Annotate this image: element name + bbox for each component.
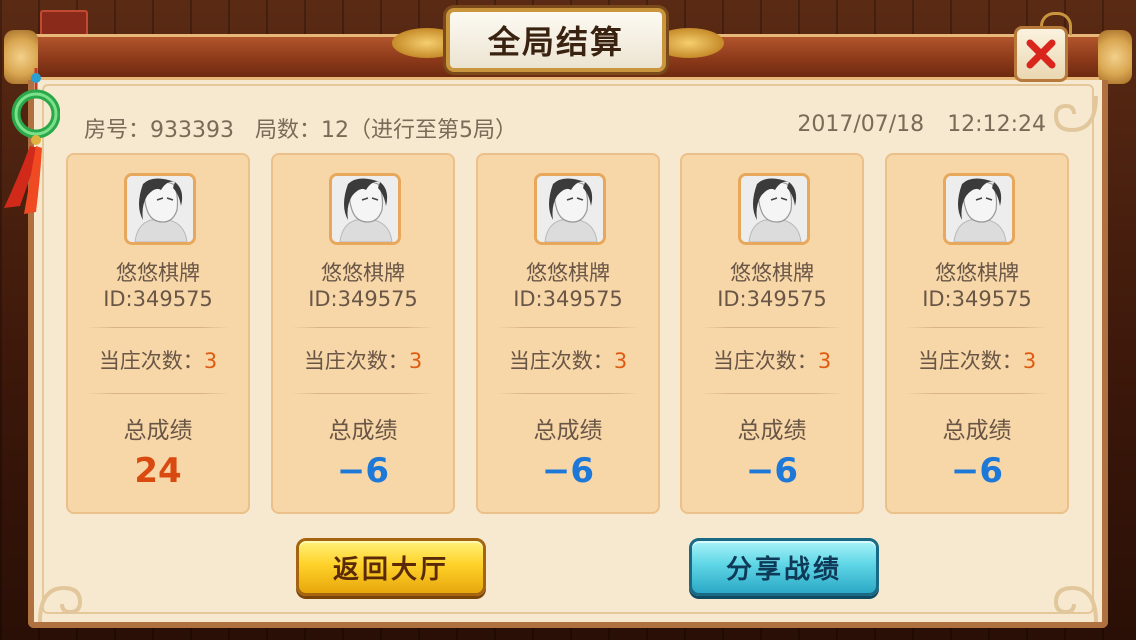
player-name: 悠悠棋牌 bbox=[321, 261, 405, 285]
close-x-icon bbox=[1026, 39, 1056, 69]
player-id: ID:349575 bbox=[103, 287, 213, 311]
title-frame: 全局结算 bbox=[446, 8, 666, 72]
banker-count-row: 当庄次数：3 bbox=[478, 345, 658, 375]
avatar-portrait-icon bbox=[537, 176, 603, 242]
room-number: 房号：933393 bbox=[84, 118, 234, 143]
avatar bbox=[534, 173, 606, 245]
avatar-portrait-icon bbox=[332, 176, 398, 242]
banker-count: 3 bbox=[408, 349, 423, 373]
divider bbox=[700, 393, 844, 394]
avatar-portrait-icon bbox=[127, 176, 193, 242]
banker-count-row: 当庄次数：3 bbox=[273, 345, 453, 375]
player-name: 悠悠棋牌 bbox=[526, 261, 610, 285]
player-name: 悠悠棋牌 bbox=[935, 261, 1019, 285]
corner-swirl-icon bbox=[1053, 95, 1098, 133]
banker-label: 当庄次数： bbox=[712, 349, 818, 373]
divider bbox=[496, 327, 640, 328]
total-score-label: 总成绩 bbox=[123, 418, 193, 444]
total-score: −6 bbox=[336, 451, 390, 491]
player-card: 悠悠棋牌 ID:349575 当庄次数：3 总成绩 −6 bbox=[476, 153, 660, 514]
divider bbox=[291, 393, 435, 394]
banker-count-row: 当庄次数：3 bbox=[68, 345, 248, 375]
player-card: 悠悠棋牌 ID:349575 当庄次数：3 总成绩 −6 bbox=[271, 153, 455, 514]
timestamp: 2017/07/18 12:12:24 bbox=[797, 112, 1046, 137]
divider bbox=[700, 327, 844, 328]
total-score-label: 总成绩 bbox=[942, 418, 1012, 444]
round-count: 局数：12（进行至第5局） bbox=[254, 118, 517, 143]
player-card: 悠悠棋牌 ID:349575 当庄次数：3 总成绩 −6 bbox=[885, 153, 1069, 514]
banker-count: 3 bbox=[1022, 349, 1037, 373]
player-id: ID:349575 bbox=[513, 287, 623, 311]
total-score: −6 bbox=[950, 451, 1004, 491]
player-id: ID:349575 bbox=[922, 287, 1032, 311]
share-results-button[interactable]: 分享战绩 bbox=[689, 538, 879, 596]
total-score-label: 总成绩 bbox=[328, 418, 398, 444]
player-id: ID:349575 bbox=[717, 287, 827, 311]
banker-label: 当庄次数： bbox=[508, 349, 614, 373]
banker-label: 当庄次数： bbox=[98, 349, 204, 373]
player-card: 悠悠棋牌 ID:349575 当庄次数：3 总成绩 24 bbox=[66, 153, 250, 514]
total-score-label: 总成绩 bbox=[533, 418, 603, 444]
avatar bbox=[329, 173, 401, 245]
title-plaque: 全局结算 bbox=[446, 8, 666, 72]
close-button[interactable] bbox=[1014, 26, 1068, 82]
tassel-ornament-icon bbox=[4, 68, 60, 214]
avatar-portrait-icon bbox=[946, 176, 1012, 242]
banker-count: 3 bbox=[613, 349, 628, 373]
total-score: −6 bbox=[745, 451, 799, 491]
divider bbox=[86, 327, 230, 328]
banker-count: 3 bbox=[203, 349, 218, 373]
total-score-label: 总成绩 bbox=[737, 418, 807, 444]
avatar-portrait-icon bbox=[741, 176, 807, 242]
divider bbox=[905, 393, 1049, 394]
banner-cap-right bbox=[1098, 30, 1132, 84]
avatar bbox=[943, 173, 1015, 245]
divider bbox=[291, 327, 435, 328]
banker-count-row: 当庄次数：3 bbox=[887, 345, 1067, 375]
page-title: 全局结算 bbox=[487, 23, 624, 61]
player-name: 悠悠棋牌 bbox=[730, 261, 814, 285]
corner-swirl-icon bbox=[38, 585, 83, 623]
player-name: 悠悠棋牌 bbox=[116, 261, 200, 285]
corner-swirl-icon bbox=[1053, 585, 1098, 623]
player-card: 悠悠棋牌 ID:349575 当庄次数：3 总成绩 −6 bbox=[680, 153, 864, 514]
avatar bbox=[738, 173, 810, 245]
time-text: 12:12:24 bbox=[947, 112, 1046, 137]
banker-count-row: 当庄次数：3 bbox=[682, 345, 862, 375]
divider bbox=[905, 327, 1049, 328]
avatar bbox=[124, 173, 196, 245]
banker-label: 当庄次数： bbox=[917, 349, 1023, 373]
total-score: −6 bbox=[541, 451, 595, 491]
divider bbox=[86, 393, 230, 394]
room-info: 房号：933393 局数：12（进行至第5局） bbox=[84, 112, 517, 144]
date-text: 2017/07/18 bbox=[797, 112, 925, 137]
banker-count: 3 bbox=[817, 349, 832, 373]
player-id: ID:349575 bbox=[308, 287, 418, 311]
back-to-lobby-button[interactable]: 返回大厅 bbox=[296, 538, 486, 596]
banker-label: 当庄次数： bbox=[303, 349, 409, 373]
total-score: 24 bbox=[134, 451, 182, 491]
divider bbox=[496, 393, 640, 394]
